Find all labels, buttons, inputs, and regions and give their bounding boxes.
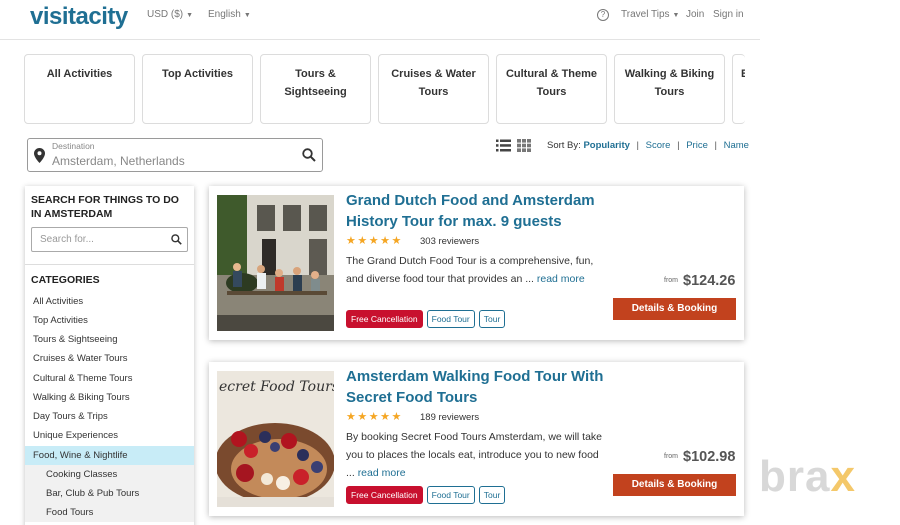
read-more-link[interactable]: read more — [358, 467, 406, 479]
filter-sidebar: SEARCH FOR THINGS TO DO IN AMSTERDAM Sea… — [25, 186, 194, 525]
top-header: visitacity USD ($) ▼ English ▼ ? Travel Ti… — [0, 0, 760, 40]
category-card-partial[interactable]: E — [732, 54, 745, 124]
listing-card: Grand Dutch Food and Amsterdam History T… — [209, 186, 744, 340]
sort-label: Sort By: — [547, 140, 581, 151]
sidebar-item-unique-experiences[interactable]: Unique Experiences — [25, 426, 194, 445]
sign-in-link[interactable]: Sign in — [713, 9, 744, 20]
travel-tips-menu[interactable]: Travel Tips ▼ — [621, 9, 679, 20]
details-booking-button[interactable]: Details & Booking — [613, 474, 736, 496]
brax-watermark: brax — [759, 452, 856, 501]
chevron-down-icon: ▼ — [186, 12, 194, 19]
sidebar-item-walking-biking-tours[interactable]: Walking & Biking Tours — [25, 388, 194, 407]
site-logo[interactable]: visitacity — [30, 3, 128, 31]
sort-option-score[interactable]: Score — [646, 140, 671, 151]
details-booking-button[interactable]: Details & Booking — [613, 298, 736, 320]
sidebar-title: SEARCH FOR THINGS TO DO IN AMSTERDAM — [31, 194, 179, 220]
photo-caption: ecret Food Tours — [219, 379, 334, 395]
sidebar-item-all-activities[interactable]: All Activities — [25, 292, 194, 311]
list-view-icon[interactable] — [496, 139, 511, 152]
price-from-label: from — [664, 277, 678, 284]
category-card-cultural-theme-tours[interactable]: Cultural & Theme Tours — [496, 54, 607, 124]
join-link[interactable]: Join — [686, 9, 704, 20]
listing-tags: Free Cancellation Food Tour Tour — [346, 485, 509, 504]
destination-field[interactable]: Destination Amsterdam, Netherlands — [27, 138, 323, 172]
read-more-link[interactable]: read more — [537, 273, 585, 285]
sidebar-item-tours-sightseeing[interactable]: Tours & Sightseeing — [25, 330, 194, 349]
chevron-down-icon: ▼ — [243, 12, 251, 19]
listing-title[interactable]: Amsterdam Walking Food Tour With Secret … — [346, 366, 621, 408]
category-card-top-activities[interactable]: Top Activities — [142, 54, 253, 124]
grid-view-icon[interactable] — [517, 139, 531, 152]
category-card-cruises-water-tours[interactable]: Cruises & Water Tours — [378, 54, 489, 124]
tour-tag: Tour — [478, 486, 506, 504]
sort-option-popularity[interactable]: Popularity — [583, 140, 629, 151]
free-cancellation-tag: Free Cancellation — [346, 486, 423, 504]
sidebar-item-top-activities[interactable]: Top Activities — [25, 311, 194, 330]
category-card-walking-biking-tours[interactable]: Walking & Biking Tours — [614, 54, 725, 124]
tour-tag: Tour — [478, 310, 506, 328]
sidebar-item-day-tours-trips[interactable]: Day Tours & Trips — [25, 407, 194, 426]
sidebar-item-cultural-theme-tours[interactable]: Cultural & Theme Tours — [25, 369, 194, 388]
listing-price: $102.98 — [683, 449, 736, 465]
chevron-down-icon: ▼ — [672, 12, 680, 19]
destination-label: Destination — [52, 141, 95, 151]
categories-heading: CATEGORIES — [31, 274, 100, 286]
map-pin-icon — [34, 148, 45, 163]
listing-photo[interactable]: ecret Food Tours — [217, 371, 334, 507]
sort-bar: Sort By: Popularity | Score | Price | Na… — [547, 140, 749, 151]
listing-tags: Free Cancellation Food Tour Tour — [346, 309, 509, 328]
sidebar-search-placeholder: Search for... — [40, 234, 94, 245]
review-count: 189 reviewers — [420, 412, 480, 423]
listing-description: By booking Secret Food Tours Amsterdam, … — [346, 431, 603, 479]
category-card-tours-sightseeing[interactable]: Tours & Sightseeing — [260, 54, 371, 124]
category-card-all-activities[interactable]: All Activities — [24, 54, 135, 124]
listing-title[interactable]: Grand Dutch Food and Amsterdam History T… — [346, 190, 621, 232]
listing-photo[interactable] — [217, 195, 334, 331]
sidebar-subitem-food-tours[interactable]: Food Tours — [25, 503, 194, 522]
listing-card: ecret Food Tours Amsterdam Walking Food … — [209, 362, 744, 516]
listing-description: The Grand Dutch Food Tour is a comprehen… — [346, 255, 594, 285]
sidebar-subitem-bar-club-pub-tours[interactable]: Bar, Club & Pub Tours — [25, 484, 194, 503]
sidebar-item-cruises-water-tours[interactable]: Cruises & Water Tours — [25, 349, 194, 368]
sort-option-name[interactable]: Name — [724, 140, 749, 151]
review-count: 303 reviewers — [420, 236, 480, 247]
search-icon[interactable] — [302, 148, 316, 162]
question-circle-icon[interactable]: ? — [597, 9, 609, 21]
food-tour-tag: Food Tour — [426, 486, 475, 504]
sidebar-divider — [25, 264, 194, 265]
star-rating: ★★★★★ — [346, 235, 403, 247]
destination-value: Amsterdam, Netherlands — [52, 154, 185, 168]
sort-option-price[interactable]: Price — [686, 140, 708, 151]
sidebar-item-food-wine-nightlife[interactable]: Food, Wine & Nightlife — [25, 446, 194, 465]
sidebar-subitem-cooking-classes[interactable]: Cooking Classes — [25, 465, 194, 484]
free-cancellation-tag: Free Cancellation — [346, 310, 423, 328]
sidebar-search-input[interactable]: Search for... — [31, 227, 188, 252]
star-rating: ★★★★★ — [346, 411, 403, 423]
language-selector[interactable]: English ▼ — [208, 9, 251, 20]
search-icon[interactable] — [171, 234, 182, 245]
currency-selector[interactable]: USD ($) ▼ — [147, 9, 193, 20]
food-tour-tag: Food Tour — [426, 310, 475, 328]
price-from-label: from — [664, 453, 678, 460]
listing-price: $124.26 — [683, 273, 736, 289]
